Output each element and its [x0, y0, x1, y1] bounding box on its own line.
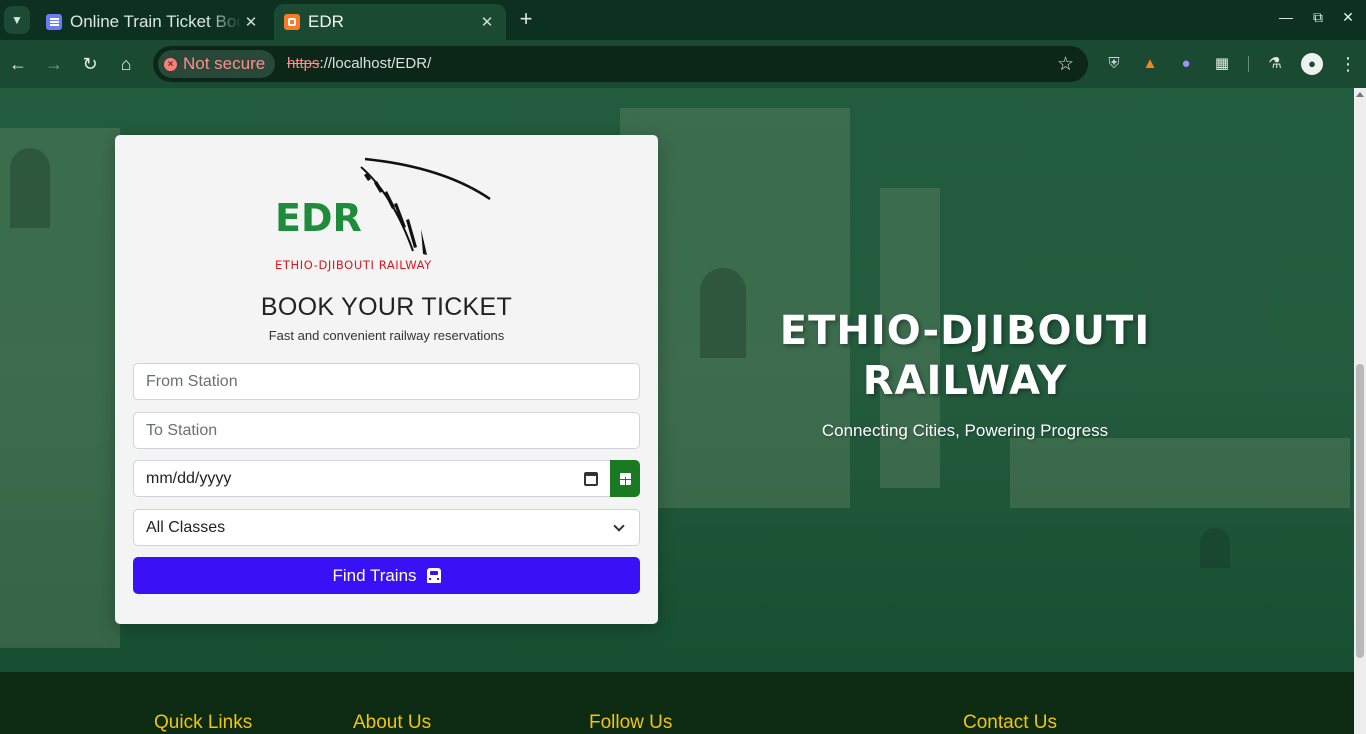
booking-card: EDR ETHIO-DJIBOUTI RAILWAY BOOK YOUR TIC…: [115, 135, 658, 624]
back-arrow-icon[interactable]: ←: [6, 52, 30, 76]
url-scheme: https: [287, 55, 320, 72]
url-path: ://localhost/EDR/: [319, 55, 432, 72]
scroll-up-arrow-icon[interactable]: [1356, 92, 1364, 97]
background-window: [10, 148, 50, 228]
kebab-menu-icon[interactable]: ⋮: [1336, 52, 1360, 76]
to-station-input[interactable]: To Station: [133, 412, 640, 449]
background-window: [700, 268, 746, 358]
travel-date-group: mm/dd/yyyy: [133, 460, 640, 497]
home-icon[interactable]: ⌂: [114, 52, 138, 76]
security-chip[interactable]: × Not secure: [158, 50, 276, 78]
page-scrollbar[interactable]: [1354, 88, 1366, 734]
shield-extension-icon[interactable]: ⛨: [1102, 52, 1126, 76]
page-viewport: EDR ETHIO-DJIBOUTI RAILWAY BOOK YOUR TIC…: [0, 88, 1354, 734]
hero-section: EDR ETHIO-DJIBOUTI RAILWAY BOOK YOUR TIC…: [0, 88, 1354, 672]
close-icon[interactable]: ✕: [478, 13, 496, 31]
date-picker-icon[interactable]: [584, 471, 598, 486]
background-window: [1200, 528, 1230, 568]
profile-avatar-icon[interactable]: ●: [1300, 52, 1324, 76]
bookmark-star-icon[interactable]: ☆: [1057, 53, 1074, 76]
from-station-input[interactable]: From Station: [133, 363, 640, 400]
footer-heading-contact-us: Contact Us: [963, 712, 1057, 733]
travel-date-input[interactable]: mm/dd/yyyy: [133, 460, 611, 497]
class-select[interactable]: All Classes: [133, 509, 640, 546]
hero-title: ETHIO-DJIBOUTI RAILWAY: [779, 308, 1151, 404]
labs-flask-icon[interactable]: ⚗: [1263, 52, 1287, 76]
chevron-down-icon: ▼: [11, 13, 23, 27]
toolbar-divider: [1248, 56, 1249, 72]
document-icon: [46, 14, 62, 30]
edr-logo: EDR ETHIO-DJIBOUTI RAILWAY: [275, 157, 491, 272]
minimize-icon[interactable]: —: [1276, 9, 1296, 31]
browser-tab-booking[interactable]: Online Train Ticket Booking ✕: [36, 4, 270, 40]
browser-tab-bar: ▼ Online Train Ticket Booking ✕ EDR ✕ + …: [0, 0, 1366, 40]
footer-heading-quick-links: Quick Links: [154, 712, 253, 733]
logo-caption: ETHIO-DJIBOUTI RAILWAY: [275, 258, 432, 272]
calendar-icon: [619, 472, 631, 485]
find-trains-button[interactable]: Find Trains: [133, 557, 640, 594]
booking-subtitle: Fast and convenient railway reservations: [268, 328, 505, 343]
scroll-thumb[interactable]: [1356, 364, 1364, 658]
xampp-icon: [284, 14, 300, 30]
booking-title: BOOK YOUR TICKET: [260, 293, 513, 321]
footer-heading-about-us: About Us: [353, 712, 432, 733]
browser-tab-edr[interactable]: EDR ✕: [274, 4, 506, 40]
forward-arrow-icon[interactable]: →: [42, 52, 66, 76]
class-select-value: All Classes: [146, 518, 226, 536]
not-secure-icon: ×: [164, 57, 177, 71]
train-icon: [426, 568, 441, 583]
chevron-down-icon: [613, 519, 625, 532]
tab-search-button[interactable]: ▼: [4, 6, 30, 34]
url-text[interactable]: https://localhost/EDR/: [287, 55, 431, 72]
logo-text: EDR: [275, 196, 362, 240]
plus-icon[interactable]: +: [514, 8, 538, 32]
metamask-fox-icon[interactable]: ▲: [1138, 52, 1162, 76]
tab-title: EDR: [308, 12, 344, 31]
calendar-button[interactable]: [610, 460, 640, 497]
address-bar[interactable]: × Not secure https://localhost/EDR/ ☆: [153, 46, 1088, 82]
close-icon[interactable]: ✕: [242, 13, 260, 31]
window-close-icon[interactable]: ✕: [1338, 9, 1358, 31]
background-building: [1010, 438, 1350, 508]
footer: Quick Links About Us Follow Us Contact U…: [0, 672, 1354, 734]
extensions-puzzle-icon[interactable]: ▦: [1210, 52, 1234, 76]
reload-icon[interactable]: ↻: [78, 52, 102, 76]
date-value: mm/dd/yyyy: [146, 469, 232, 487]
hero-subtitle: Connecting Cities, Powering Progress: [821, 421, 1109, 440]
restore-icon[interactable]: ⧉: [1308, 9, 1328, 31]
find-trains-label: Find Trains: [332, 565, 417, 585]
tab-title: Online Train Ticket Booking: [70, 12, 242, 31]
security-label: Not secure: [183, 54, 266, 73]
footer-heading-follow-us: Follow Us: [589, 712, 673, 733]
ghost-extension-icon[interactable]: ●: [1174, 52, 1198, 76]
browser-toolbar: ← → ↻ ⌂ × Not secure https://localhost/E…: [0, 40, 1366, 88]
